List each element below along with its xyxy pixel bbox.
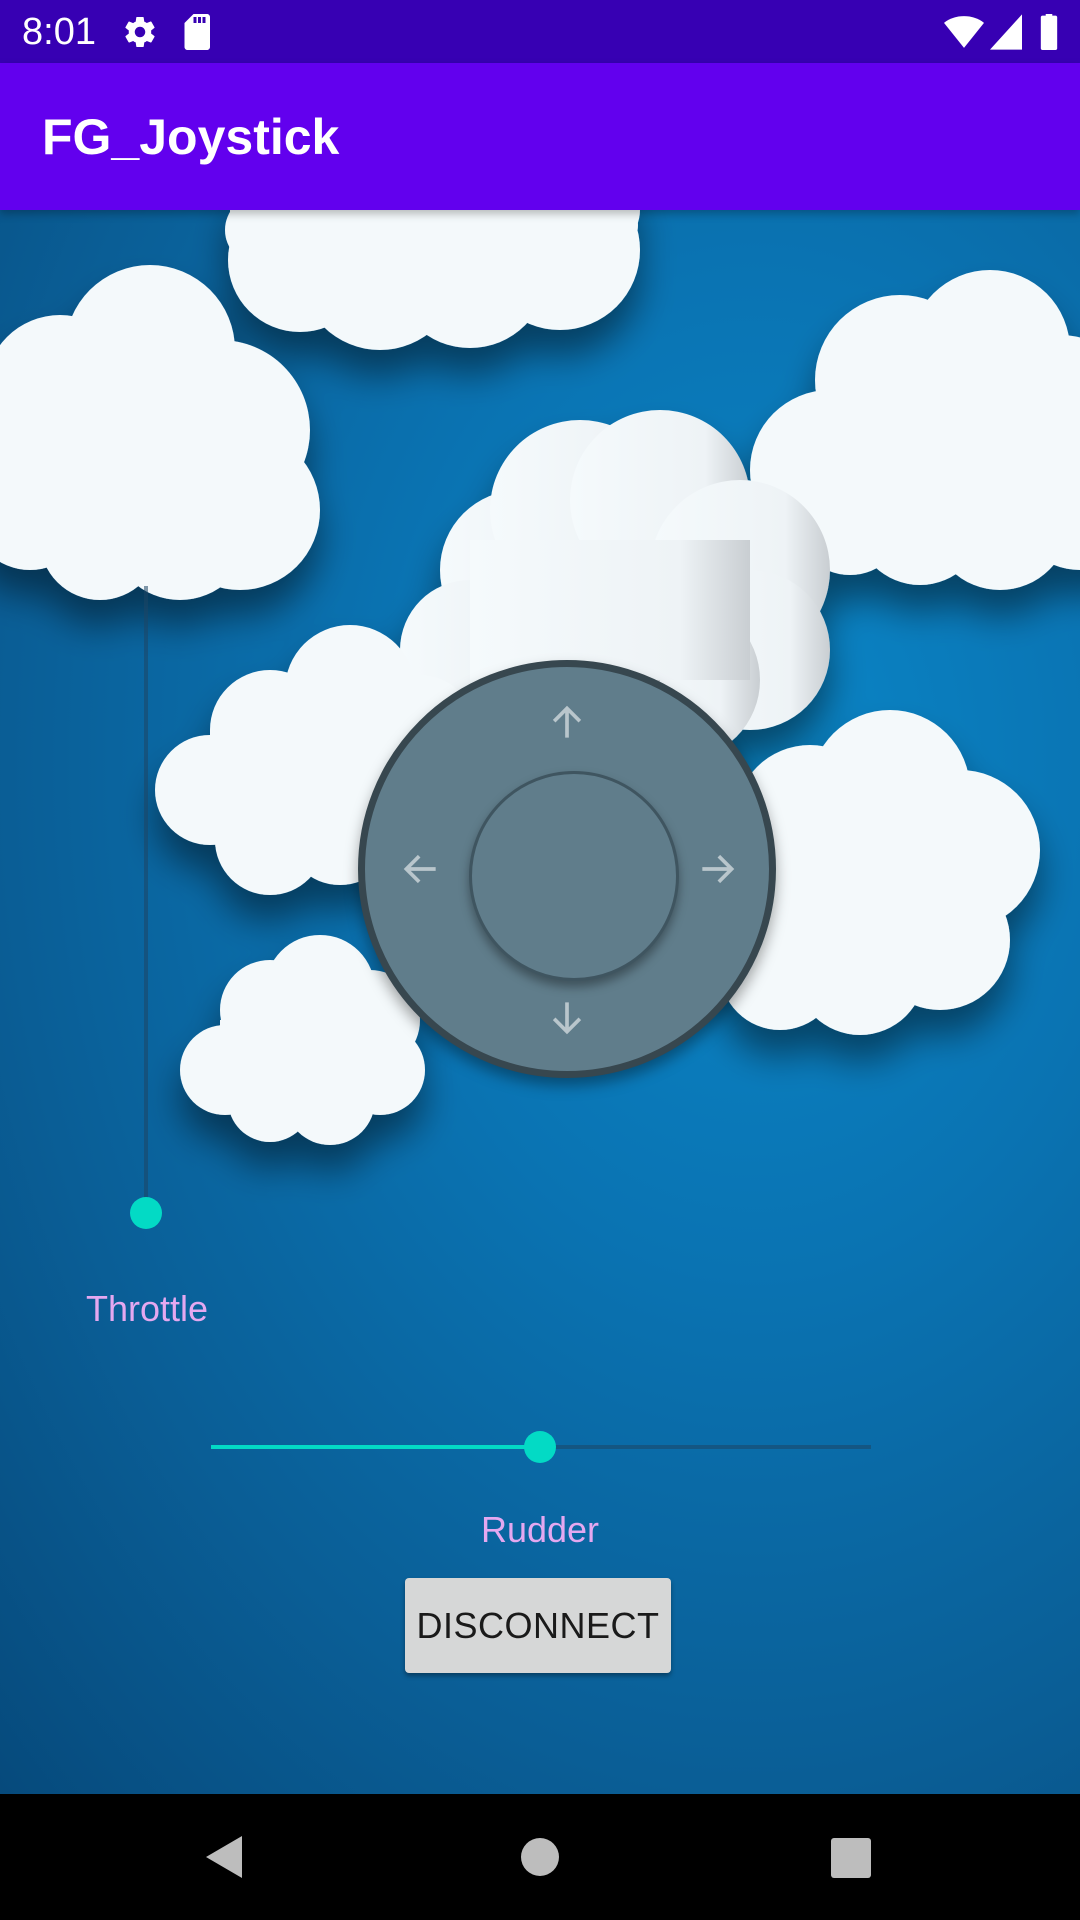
joystick-knob[interactable] <box>469 771 679 981</box>
home-icon[interactable] <box>520 1837 560 1877</box>
status-bar: 8:01 <box>0 0 1080 63</box>
navigation-bar <box>0 1794 1080 1920</box>
arrow-up-icon <box>552 705 582 738</box>
arrow-right-icon <box>702 854 735 884</box>
arrow-left-icon <box>403 854 436 884</box>
app-title: FG_Joystick <box>42 109 340 165</box>
status-time: 8:01 <box>22 11 96 53</box>
battery-icon <box>1038 14 1060 55</box>
back-icon[interactable] <box>204 1834 244 1880</box>
throttle-label: Throttle <box>86 1288 209 1329</box>
wifi-icon <box>944 14 984 55</box>
throttle-slider-thumb[interactable] <box>130 1197 162 1229</box>
recents-icon[interactable] <box>831 1838 871 1878</box>
disconnect-button[interactable]: DISCONNECT <box>405 1578 671 1673</box>
arrow-down-icon <box>552 1002 582 1035</box>
rudder-slider-fill <box>211 1445 541 1449</box>
app-bar: FG_Joystick <box>0 63 1080 210</box>
rudder-label: Rudder <box>480 1509 600 1550</box>
app-screen: 8:01 FG_Joystick Throttle Rudder DISCONN… <box>0 0 1080 1920</box>
signal-icon <box>990 14 1022 55</box>
settings-icon <box>122 14 158 55</box>
sd-card-icon <box>182 14 214 55</box>
rudder-slider-thumb[interactable] <box>524 1431 556 1463</box>
throttle-slider-track[interactable] <box>144 586 148 1222</box>
joystick-pad[interactable] <box>358 660 776 1078</box>
main-content: Throttle Rudder DISCONNECT <box>0 210 1080 1794</box>
